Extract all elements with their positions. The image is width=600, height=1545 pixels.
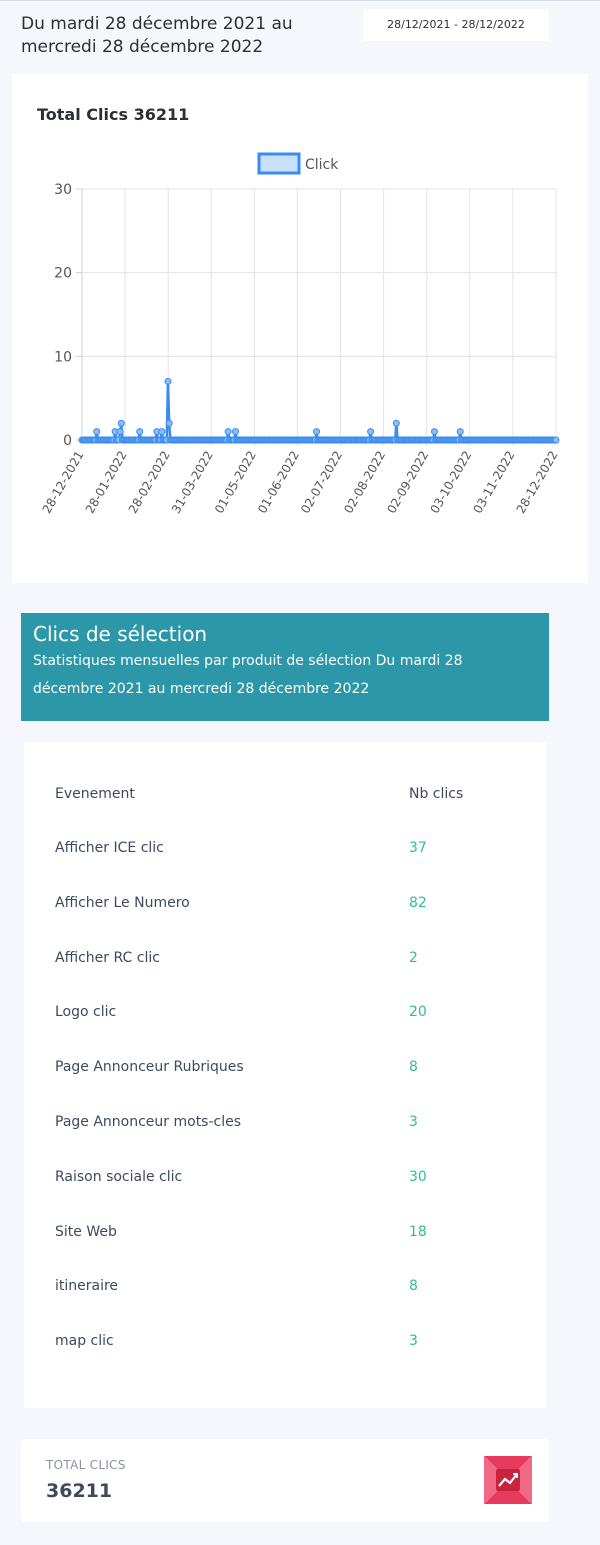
table-row: map clic 3: [24, 1333, 546, 1353]
data-point: [117, 419, 125, 427]
total-value: 36211: [46, 1480, 113, 1502]
clicks-line-chart: 0 10 20 30 28-12-202128-01-202228-02-202231-…: [40, 152, 561, 516]
click-count: 2: [409, 949, 418, 966]
x-tick-label: 02-07-2022: [298, 449, 345, 516]
event-name: Site Web: [55, 1223, 117, 1240]
table-row: Page Annonceur Rubriques 8: [24, 1059, 546, 1079]
click-count: 20: [409, 1004, 427, 1021]
x-tick-label: 28-01-2022: [83, 449, 130, 516]
click-count: 82: [409, 894, 427, 911]
table-row: Page Annonceur mots-cles 3: [24, 1114, 546, 1134]
selection-title: Clics de sélection: [33, 622, 208, 646]
event-name: itineraire: [55, 1278, 119, 1295]
x-tick-label: 01-06-2022: [255, 449, 302, 516]
data-point: [456, 428, 464, 436]
selection-header: Clics de sélection Statistiques mensuell…: [21, 613, 549, 721]
table-row: Afficher RC clic 2: [24, 950, 546, 970]
click-count: 3: [409, 1114, 418, 1130]
click-count: 8: [409, 1059, 418, 1076]
x-tick-label: 01-05-2022: [212, 449, 259, 516]
event-name: Afficher RC clic: [55, 949, 160, 966]
x-tick-label: 02-09-2022: [384, 449, 431, 516]
total-label: TOTAL CLICS: [46, 1458, 126, 1472]
event-name: Logo clic: [55, 1004, 117, 1021]
data-point: [158, 428, 166, 436]
x-tick-label: 28-12-2022: [514, 449, 561, 516]
table-row: Afficher ICE clic 37: [24, 840, 546, 860]
data-point: [224, 428, 232, 436]
data-point: [93, 428, 101, 436]
x-tick-label: 03-10-2022: [427, 449, 474, 516]
data-point: [116, 428, 124, 436]
y-tick-label: 20: [54, 266, 72, 282]
click-count: 8: [409, 1278, 418, 1295]
x-tick-label: 03-11-2022: [471, 448, 518, 515]
data-point: [392, 419, 400, 427]
data-point: [313, 428, 321, 436]
column-header-event: Evenement: [55, 786, 135, 802]
trending-chart-icon: [484, 1456, 532, 1504]
data-point: [430, 428, 438, 436]
date-range-picker[interactable]: 28/12/2021 - 28/12/2022: [363, 9, 549, 41]
column-header-clicks: Nb clics: [409, 786, 464, 802]
legend-swatch: [257, 152, 301, 175]
table-row: Site Web 18: [24, 1224, 546, 1244]
legend-label: Click: [305, 157, 339, 173]
x-tick-label: 28-12-2021: [40, 449, 87, 516]
table-row: Logo clic 20: [24, 1004, 546, 1024]
data-point: [164, 377, 172, 385]
y-tick-label: 10: [54, 349, 72, 365]
click-count: 3: [409, 1333, 418, 1350]
data-point: [165, 419, 173, 427]
x-tick-label: 02-08-2022: [341, 449, 388, 516]
click-count: 30: [409, 1168, 427, 1185]
x-tick-label: 28-02-2022: [126, 449, 173, 516]
period-title: Du mardi 28 décembre 2021 au mercredi 28…: [21, 14, 293, 57]
page-header: Du mardi 28 décembre 2021 au mercredi 28…: [0, 1, 600, 71]
event-name: Afficher ICE clic: [55, 840, 164, 856]
click-count: 37: [409, 840, 427, 856]
event-name: Page Annonceur Rubriques: [55, 1059, 244, 1076]
event-name: Page Annonceur mots-cles: [55, 1114, 242, 1130]
table-row: itineraire 8: [24, 1278, 546, 1298]
selection-table: Evenement Nb clics Afficher ICE clic 37 Af…: [24, 742, 546, 1408]
data-point: [367, 428, 375, 436]
click-count: 18: [409, 1223, 427, 1240]
data-point: [552, 436, 560, 444]
event-name: Afficher Le Numero: [55, 894, 190, 911]
chart-card: Total Clics 36211 0 10 20 30 28-12-2021 28-01…: [12, 74, 588, 583]
table-row: Afficher Le Numero 82: [24, 895, 546, 915]
total-clicks-card: TOTAL CLICS 36211: [21, 1439, 549, 1522]
data-point: [232, 428, 239, 436]
y-tick-label: 0: [63, 433, 72, 449]
data-point: [136, 428, 144, 436]
x-tick-label: 31-03-2022: [169, 449, 216, 516]
event-name: map clic: [55, 1333, 114, 1350]
selection-subtitle: Statistiques mensuelles par produit de s…: [33, 653, 463, 697]
event-name: Raison sociale clic: [55, 1168, 183, 1185]
y-tick-label: 30: [54, 182, 72, 198]
table-row: Raison sociale clic 30: [24, 1169, 546, 1189]
